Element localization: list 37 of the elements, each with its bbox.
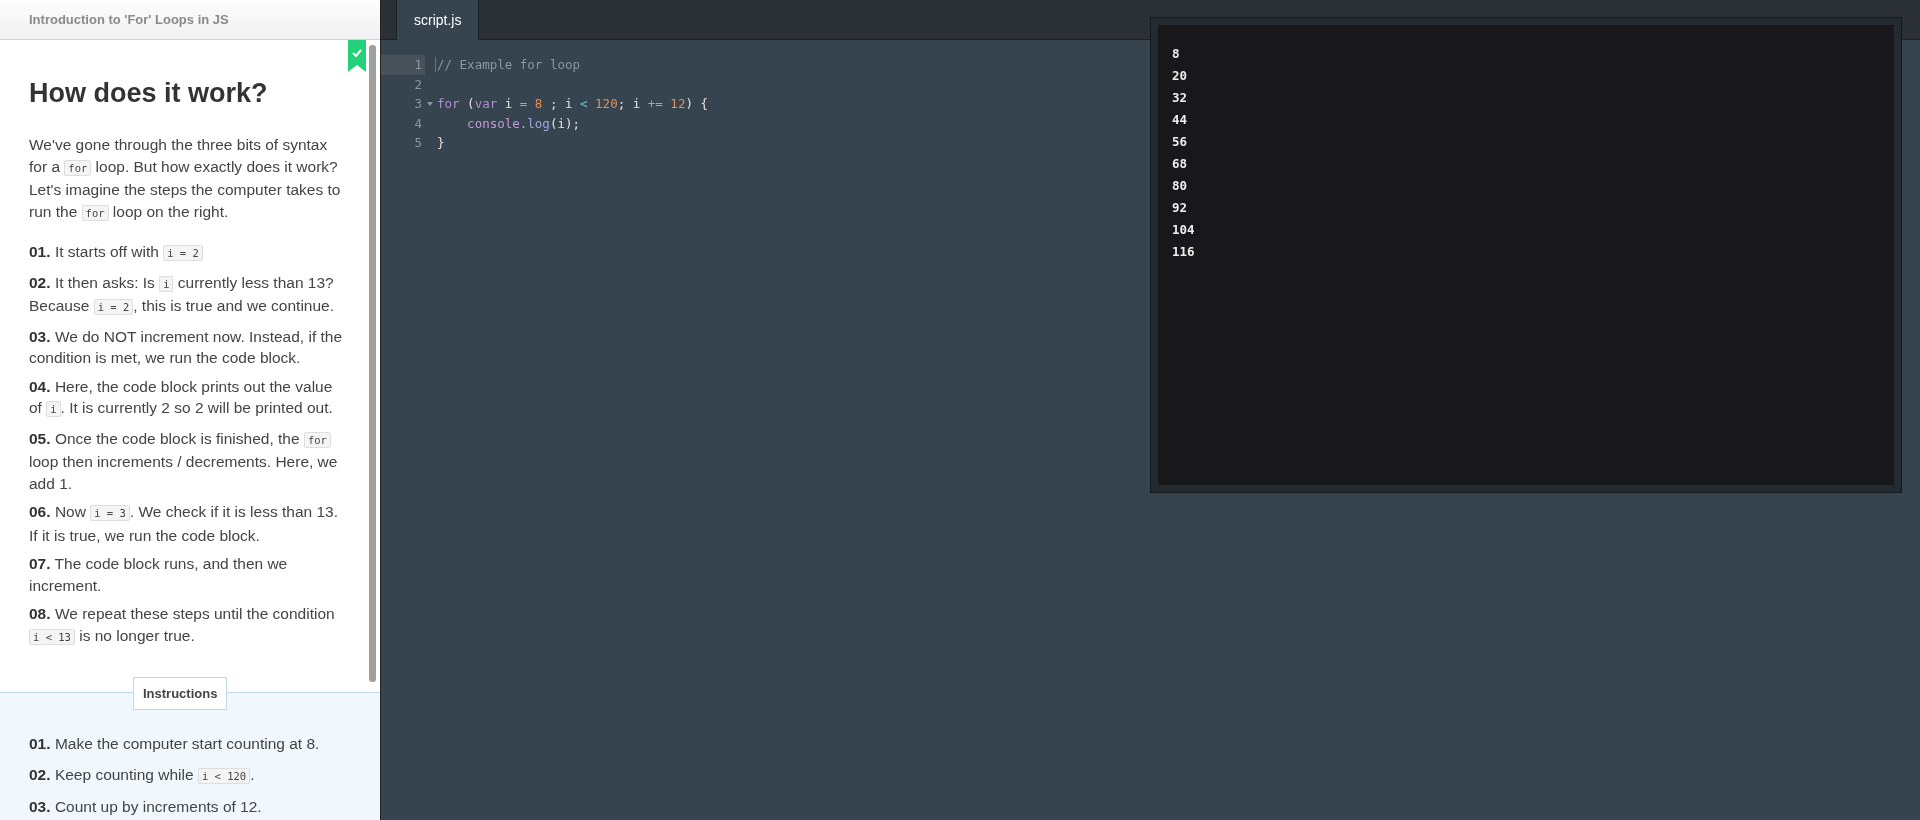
- console-output: 44: [1172, 111, 1189, 129]
- console-output: 68: [1172, 155, 1189, 173]
- console-output: 20: [1172, 67, 1189, 85]
- console-output: 92: [1172, 199, 1189, 217]
- lesson-heading: How does it work?: [29, 78, 269, 109]
- line-number: 1: [414, 57, 422, 73]
- code-line: }: [436, 135, 445, 151]
- scrollbar-thumb[interactable]: [369, 45, 376, 682]
- instruction-text: 02. Keep counting while i < 120 .: [29, 764, 256, 786]
- step-text: 08. We repeat these steps until the condition i < 13 is no longer true.: [29, 604, 336, 647]
- file-tab[interactable]: script.js: [396, 0, 480, 40]
- lesson-title: Introduction to 'For' Loops in JS: [29, 12, 229, 27]
- code-line: for (var i = 8 ; i < 120; i += 12) {: [436, 96, 708, 112]
- console-output: 104: [1172, 221, 1196, 239]
- step-text: 05. Once the code block is finished, the for loop then increments / decrements. Here, we add 1.: [29, 428, 339, 494]
- console-output: 8: [1172, 45, 1181, 63]
- instruction-text: 03. Count up by increments of 12.: [29, 797, 263, 817]
- line-number: 3: [414, 96, 422, 112]
- instruction-text: 01. Make the computer start counting at 8.: [29, 734, 321, 754]
- step-text: 07. The code block runs, and then we increment.: [29, 554, 289, 596]
- step-text: 01. It starts off with i = 2: [29, 241, 346, 265]
- console-output: 32: [1172, 89, 1189, 107]
- step-text: 02. It then asks: Is i currently less than 13? Because i = 2 , this is true and we continue.: [29, 272, 335, 317]
- console-output: 56: [1172, 133, 1189, 151]
- step-text: 04. Here, the code block prints out the value of i . It is currently 2 so 2 will be printed out.: [29, 376, 334, 419]
- console-output: 80: [1172, 177, 1189, 195]
- fold-caret-icon[interactable]: [427, 101, 433, 106]
- instructions-label: Instructions: [133, 677, 228, 710]
- line-number: 2: [414, 76, 422, 92]
- step-text: 06. Now i = 3 . We check if it is less than 13. If it is true, we run the code block.: [29, 502, 339, 546]
- intro-paragraph: We've gone through the three bits of syntax for a for loop. But how exactly does it work? Let's imagine the steps the computer takes to run the for loop on the right.: [29, 135, 342, 223]
- code-line: // Example for loop: [435, 57, 580, 73]
- line-number: 5: [414, 135, 422, 151]
- console-output: 116: [1172, 243, 1196, 261]
- step-text: 03. We do NOT increment now. Instead, if the condition is met, we run the code block.: [29, 326, 344, 368]
- line-number: 4: [414, 115, 422, 131]
- code-line: console.log(i);: [466, 115, 580, 131]
